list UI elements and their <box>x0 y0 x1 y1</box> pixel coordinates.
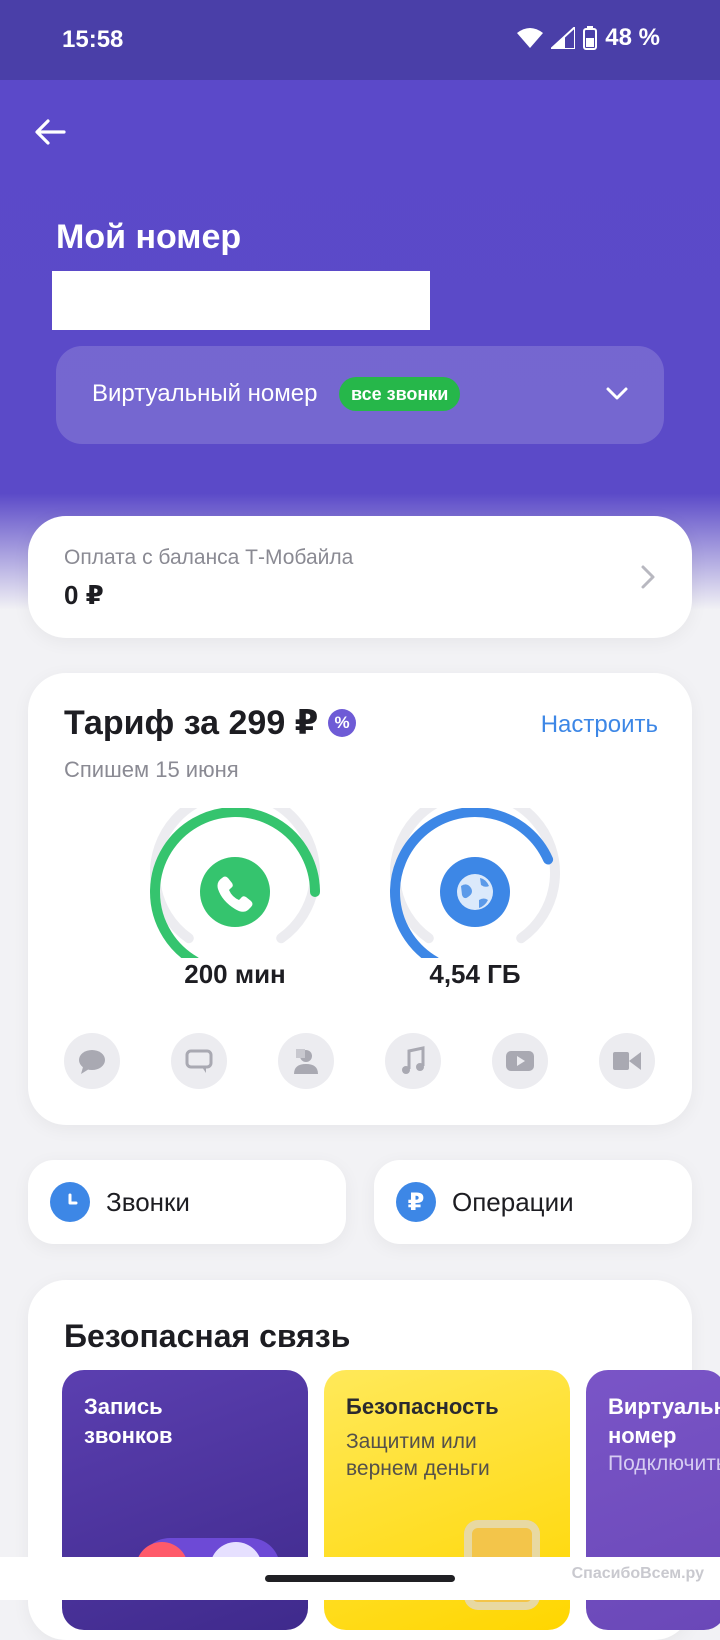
chevron-right-icon <box>641 565 655 589</box>
ruble-icon: ₽ <box>396 1182 436 1222</box>
promo-title: Виртуальный номер <box>608 1394 720 1448</box>
virtual-number-dropdown[interactable]: Виртуальный номер все звонки <box>56 346 664 444</box>
tariff-title: Тариф за 299 ₽ <box>64 704 319 742</box>
minutes-gauge[interactable] <box>145 808 325 958</box>
calls-label: Звонки <box>106 1187 190 1217</box>
globe-icon <box>457 874 493 910</box>
tariff-services-row <box>64 1033 658 1091</box>
video-play-icon[interactable] <box>492 1033 548 1089</box>
promo-subtitle: Защитим или вернем деньги <box>346 1430 490 1480</box>
back-button[interactable] <box>26 108 74 156</box>
setup-tariff-button[interactable]: Настроить <box>541 711 658 739</box>
music-icon[interactable] <box>385 1033 441 1089</box>
promo-title: Безопасность <box>346 1394 499 1419</box>
virtual-number-label: Виртуальный номер <box>92 380 318 407</box>
video-camera-icon[interactable] <box>599 1033 655 1089</box>
message-icon[interactable] <box>171 1033 227 1089</box>
wifi-icon <box>517 28 544 48</box>
balance-label: Оплата с баланса Т-Мобайла <box>64 546 354 569</box>
battery-icon <box>583 26 598 50</box>
tariff-card: Тариф за 299 ₽ % Настроить Спишем 15 июн… <box>28 673 692 1125</box>
operations-button[interactable]: ₽ Операции <box>374 1160 692 1244</box>
balance-value: 0 ₽ <box>64 580 104 610</box>
status-badge: все звонки <box>339 377 461 411</box>
minutes-label: 200 мин <box>184 959 286 989</box>
status-time: 15:58 <box>62 26 124 53</box>
charge-date: Спишем 15 июня <box>64 757 239 782</box>
data-gauge[interactable] <box>385 808 565 958</box>
home-gesture-handle[interactable] <box>265 1575 455 1582</box>
chevron-down-icon <box>606 387 628 400</box>
data-label: 4,54 ГБ <box>429 959 521 989</box>
signal-icon <box>551 27 576 49</box>
clock-icon <box>50 1182 90 1222</box>
page-title: Мой номер <box>56 218 242 256</box>
arrow-left-icon <box>35 119 66 145</box>
calls-button[interactable]: Звонки <box>28 1160 346 1244</box>
watermark: СпасибоВсем.ру <box>571 1565 704 1582</box>
promo-subtitle: Подключить <box>608 1452 720 1475</box>
status-icons: 48 % <box>517 24 660 52</box>
promo-title: Запись звонков <box>84 1394 173 1448</box>
chat-bubble-icon[interactable] <box>64 1033 120 1089</box>
contacts-icon[interactable] <box>278 1033 334 1089</box>
operations-label: Операции <box>452 1187 574 1217</box>
navigation-bar: СпасибоВсем.ру <box>0 1557 720 1600</box>
phone-number-field <box>52 271 430 330</box>
balance-card[interactable]: Оплата с баланса Т-Мобайла 0 ₽ <box>28 516 692 638</box>
battery-percent: 48 % <box>605 24 660 51</box>
status-bar: 15:58 48 % <box>0 0 720 80</box>
discount-percent-icon: % <box>328 709 356 737</box>
section-title: Безопасная связь <box>64 1318 351 1354</box>
